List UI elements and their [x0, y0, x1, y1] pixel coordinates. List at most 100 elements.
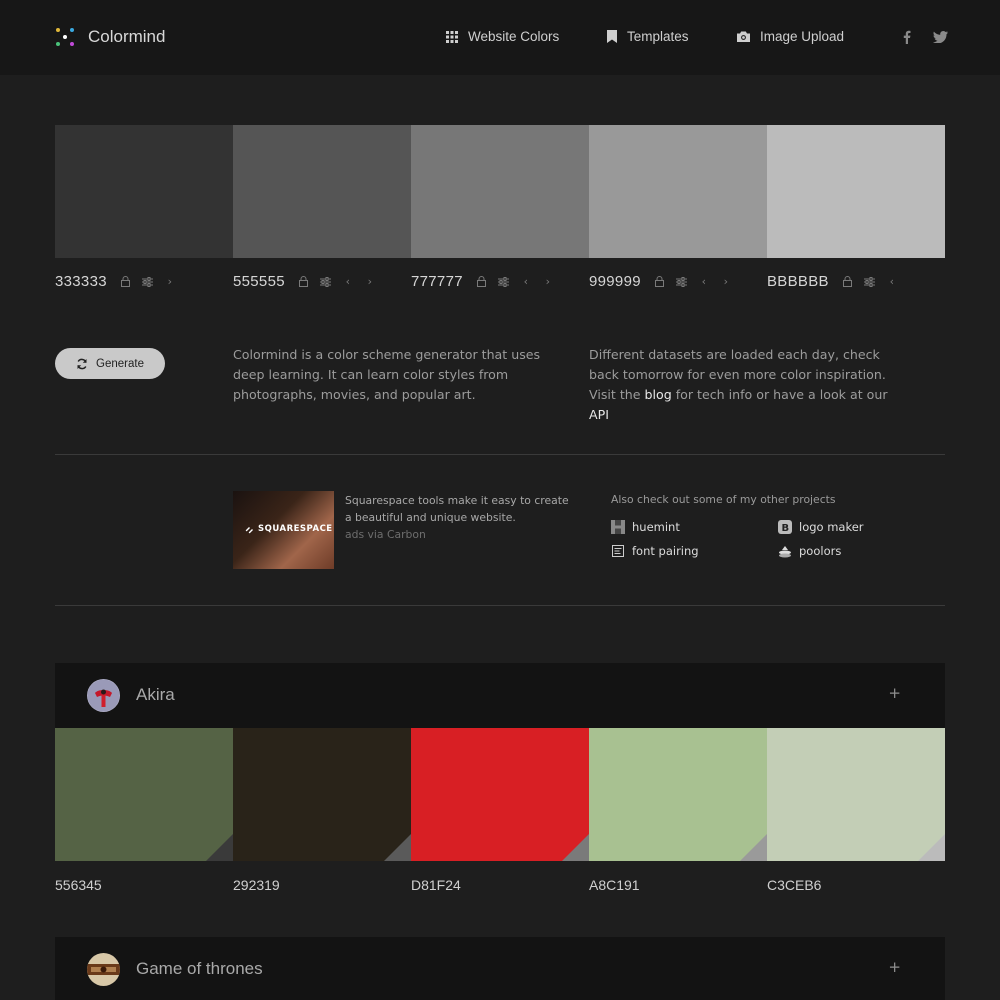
font-pairing-icon — [611, 544, 625, 558]
adjust-sliders-icon[interactable] — [671, 274, 693, 290]
lock-icon[interactable] — [293, 274, 315, 290]
project-label: font pairing — [632, 544, 699, 558]
hex-code[interactable]: 999999 — [589, 273, 641, 290]
move-right-icon[interactable]: › — [537, 274, 559, 290]
project-font-pairing[interactable]: font pairing — [611, 544, 699, 558]
game-of-thrones-avatar — [87, 953, 120, 986]
lock-icon[interactable] — [837, 274, 859, 290]
collection-hex[interactable]: D81F24 — [411, 877, 461, 893]
divider — [55, 605, 945, 606]
corner-fold — [384, 834, 411, 861]
brand-name[interactable]: Colormind — [88, 27, 165, 47]
corner-fold — [562, 834, 589, 861]
palette-swatch-3[interactable] — [411, 125, 589, 258]
api-link[interactable]: API — [589, 407, 609, 422]
project-huemint[interactable]: huemint — [611, 520, 680, 534]
project-label: poolors — [799, 544, 842, 558]
squarespace-logo-text: SQUARESPACE — [258, 524, 333, 534]
move-right-icon[interactable]: › — [715, 274, 737, 290]
squarespace-logo: SQUARESPACE — [245, 524, 333, 534]
move-right-icon[interactable]: › — [359, 274, 381, 290]
nav-label: Website Colors — [468, 29, 560, 44]
logo-maker-icon: B — [778, 520, 792, 534]
projects-title: Also check out some of my other projects — [611, 493, 836, 506]
datasets-text-middle: for tech info or have a look at our — [671, 387, 888, 402]
corner-fold — [918, 834, 945, 861]
collection-hex[interactable]: C3CEB6 — [767, 877, 821, 893]
hex-code[interactable]: 555555 — [233, 273, 285, 290]
nav-label: Templates — [627, 29, 689, 44]
palette-swatch-4[interactable] — [589, 125, 767, 258]
generate-button[interactable]: Generate — [55, 348, 165, 379]
ad-via-carbon[interactable]: ads via Carbon — [345, 528, 426, 541]
hex-code[interactable]: 333333 — [55, 273, 107, 290]
collection-header-game-of-thrones[interactable]: Game of thrones + — [55, 937, 945, 1000]
collection-hex[interactable]: A8C191 — [589, 877, 640, 893]
camera-icon — [737, 31, 750, 42]
nav-label: Image Upload — [760, 29, 845, 44]
collection-name[interactable]: Akira — [136, 685, 175, 705]
collection-header-akira[interactable]: Akira + — [55, 663, 945, 728]
facebook-icon[interactable] — [903, 30, 911, 44]
grid-icon — [446, 30, 458, 43]
adjust-sliders-icon[interactable] — [859, 274, 881, 290]
adjust-sliders-icon[interactable] — [315, 274, 337, 290]
project-label: logo maker — [799, 520, 864, 534]
ad-copy[interactable]: Squarespace tools make it easy to create… — [345, 492, 575, 543]
swatch-controls-3: 777777 ‹ › — [411, 273, 559, 290]
swatch-controls-5: BBBBBB ‹ — [767, 273, 903, 290]
plus-icon[interactable]: + — [888, 684, 901, 702]
project-label: huemint — [632, 520, 680, 534]
swatch-controls-1: 333333 › — [55, 273, 181, 290]
palette-swatch-2[interactable] — [233, 125, 411, 258]
palette-swatch-1[interactable] — [55, 125, 233, 258]
poolors-icon — [778, 544, 792, 558]
akira-avatar — [87, 679, 120, 712]
huemint-icon — [611, 520, 625, 534]
move-left-icon[interactable]: ‹ — [693, 274, 715, 290]
collection-hex[interactable]: 292319 — [233, 877, 280, 893]
nav-templates[interactable]: Templates — [607, 29, 689, 44]
adjust-sliders-icon[interactable] — [137, 274, 159, 290]
datasets-text: Different datasets are loaded each day, … — [589, 345, 899, 425]
blog-link[interactable]: blog — [645, 387, 672, 402]
ad-text[interactable]: Squarespace tools make it easy to create… — [345, 494, 569, 524]
move-left-icon[interactable]: ‹ — [881, 274, 903, 290]
collection-swatch[interactable] — [233, 728, 411, 861]
lock-icon[interactable] — [649, 274, 671, 290]
palette-swatch-5[interactable] — [767, 125, 945, 258]
project-poolors[interactable]: poolors — [778, 544, 841, 558]
collection-swatch[interactable] — [589, 728, 767, 861]
top-header: Colormind Website Colors Templates Image… — [0, 0, 1000, 75]
generate-label: Generate — [96, 357, 144, 370]
collection-swatch[interactable] — [767, 728, 945, 861]
move-left-icon[interactable]: ‹ — [515, 274, 537, 290]
svg-text:B: B — [782, 523, 790, 534]
swatch-controls-4: 999999 ‹ › — [589, 273, 737, 290]
lock-icon[interactable] — [471, 274, 493, 290]
corner-fold — [740, 834, 767, 861]
twitter-icon[interactable] — [933, 31, 948, 43]
hex-code[interactable]: BBBBBB — [767, 273, 829, 290]
collection-swatch[interactable] — [411, 728, 589, 861]
refresh-icon — [77, 358, 87, 369]
corner-fold — [206, 834, 233, 861]
lock-icon[interactable] — [115, 274, 137, 290]
squarespace-ad-image[interactable]: SQUARESPACE — [233, 491, 334, 569]
squarespace-icon — [245, 526, 253, 533]
swatch-controls-2: 555555 ‹ › — [233, 273, 381, 290]
adjust-sliders-icon[interactable] — [493, 274, 515, 290]
move-right-icon[interactable]: › — [159, 274, 181, 290]
plus-icon[interactable]: + — [888, 958, 901, 976]
intro-text: Colormind is a color scheme generator th… — [233, 347, 541, 402]
collection-name[interactable]: Game of thrones — [136, 959, 263, 979]
collection-swatch[interactable] — [55, 728, 233, 861]
move-left-icon[interactable]: ‹ — [337, 274, 359, 290]
project-logo-maker[interactable]: B logo maker — [778, 520, 864, 534]
hex-code[interactable]: 777777 — [411, 273, 463, 290]
collection-hex[interactable]: 556345 — [55, 877, 102, 893]
nav-image-upload[interactable]: Image Upload — [737, 29, 844, 44]
nav-website-colors[interactable]: Website Colors — [446, 29, 559, 44]
colormind-logo-icon[interactable] — [54, 26, 78, 50]
bookmark-icon — [607, 30, 617, 43]
